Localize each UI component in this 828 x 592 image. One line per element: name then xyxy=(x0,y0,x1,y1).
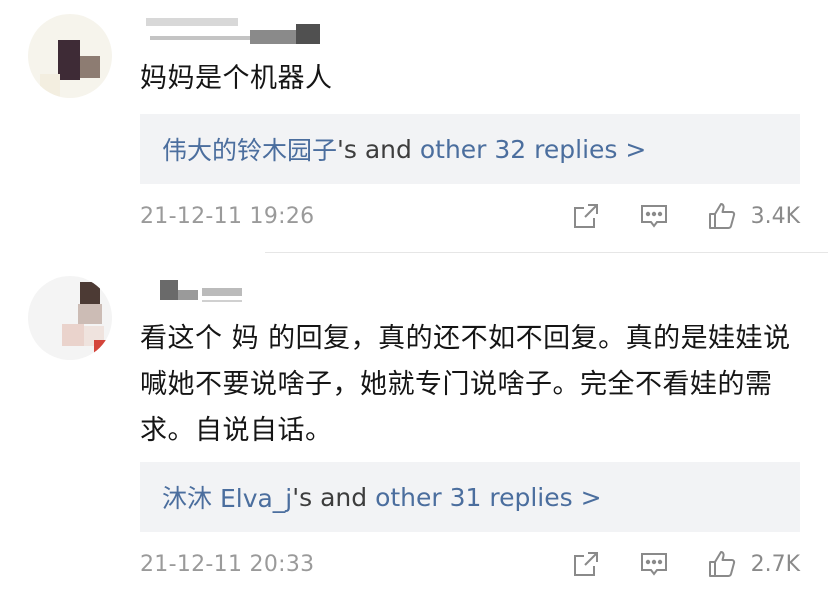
replies-preview[interactable]: 伟大的铃木园子 's and other 32 replies > xyxy=(140,114,800,184)
reply-author[interactable]: 沐沐 Elva_j xyxy=(162,479,292,515)
thumbs-up-icon[interactable] xyxy=(706,200,738,236)
replies-preview[interactable]: 沐沐 Elva_j 's and other 31 replies > xyxy=(140,462,800,532)
username-redacted[interactable] xyxy=(140,16,330,46)
timestamp: 21-12-11 19:26 xyxy=(140,204,315,229)
reply-connector: 's and xyxy=(337,134,420,164)
avatar[interactable] xyxy=(28,276,112,360)
share-icon[interactable] xyxy=(570,200,602,236)
comment-thread: 妈妈是个机器人 伟大的铃木园子 's and other 32 replies … xyxy=(0,0,828,592)
comment-text: 看这个 妈 的回复，真的还不如不回复。真的是娃娃说 喊她不要说啥子，她就专门说啥… xyxy=(140,323,791,446)
share-icon[interactable] xyxy=(570,548,602,584)
comment-item: 妈妈是个机器人 伟大的铃木园子 's and other 32 replies … xyxy=(0,0,828,250)
like-count: 2.7K xyxy=(750,552,800,577)
more-replies-link[interactable]: other 32 replies > xyxy=(420,135,646,164)
avatar[interactable] xyxy=(28,14,112,98)
reply-connector: 's and xyxy=(292,482,376,512)
comment-icon[interactable] xyxy=(638,200,670,236)
divider xyxy=(265,252,828,253)
like-count: 3.4K xyxy=(750,204,800,229)
reply-author[interactable]: 伟大的铃木园子 xyxy=(162,131,337,167)
comment-icon[interactable] xyxy=(638,548,670,584)
username-redacted[interactable] xyxy=(140,278,260,308)
comment-meta: 21-12-11 19:26 3.4K xyxy=(140,198,800,238)
more-replies-link[interactable]: other 31 replies > xyxy=(375,483,601,512)
comment-text: 妈妈是个机器人 xyxy=(140,63,333,94)
comment-meta: 21-12-11 20:33 2.7K xyxy=(140,546,800,586)
timestamp: 21-12-11 20:33 xyxy=(140,552,315,577)
thumbs-up-icon[interactable] xyxy=(706,548,738,584)
comment-item: 看这个 妈 的回复，真的还不如不回复。真的是娃娃说 喊她不要说啥子，她就专门说啥… xyxy=(0,262,828,592)
